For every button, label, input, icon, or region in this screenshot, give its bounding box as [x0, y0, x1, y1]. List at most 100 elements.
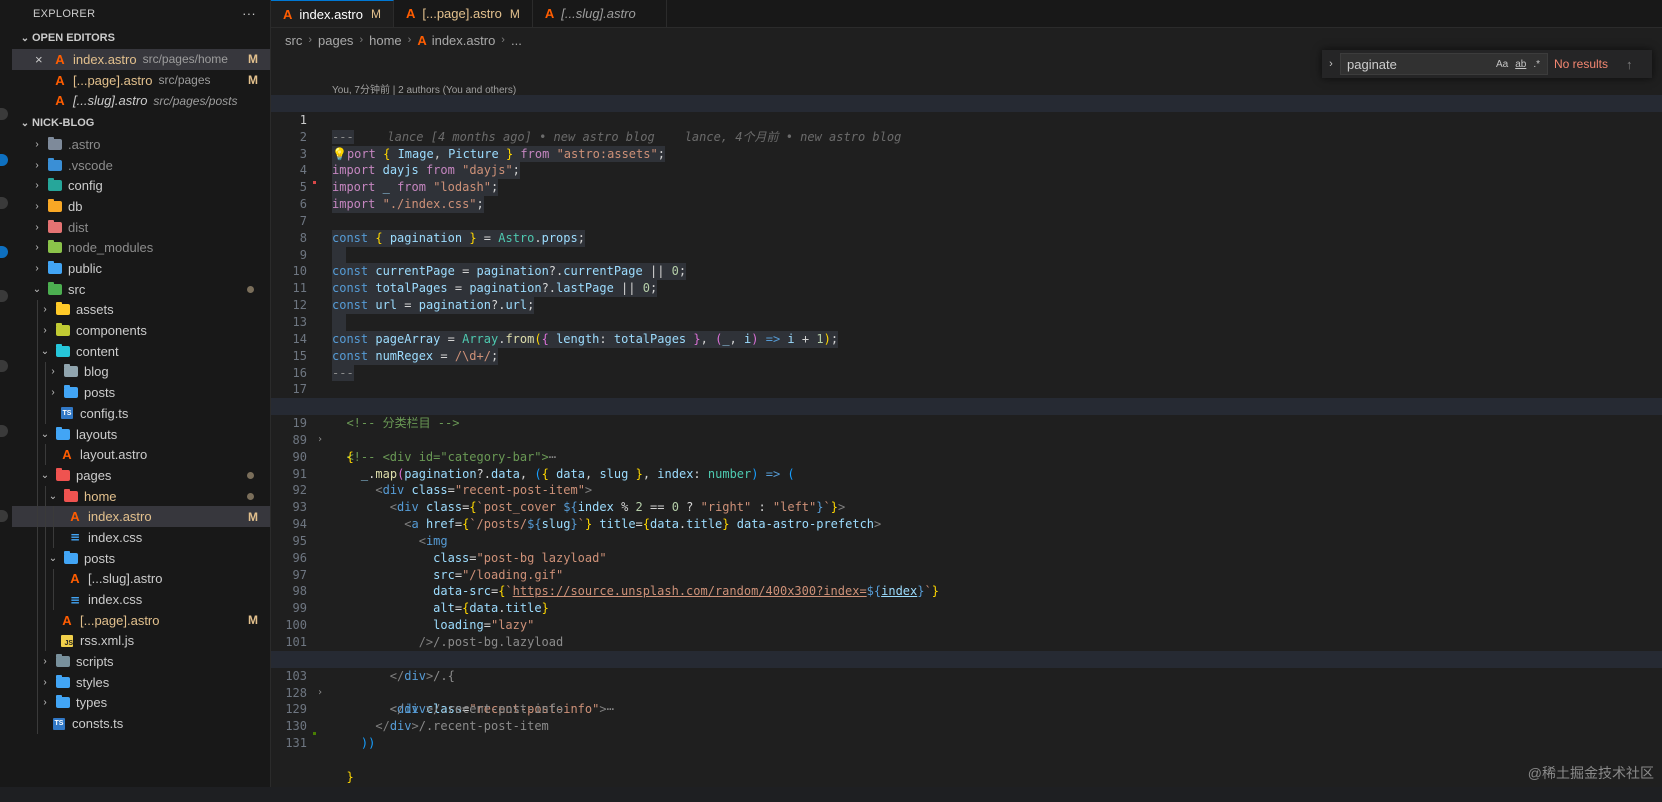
code-line[interactable]: 16 [271, 348, 1662, 380]
code-line[interactable]: 12 [271, 280, 1662, 331]
tree-folder[interactable]: ⌄ content [12, 340, 270, 362]
code-line[interactable]: 17 <div class="recent-posts" id="recent-… [271, 365, 1662, 413]
editor-tab[interactable]: A [...slug].astro [533, 0, 667, 27]
tree-folder[interactable]: › node_modules [12, 238, 270, 259]
activity-icon[interactable] [0, 290, 8, 302]
chevron-right-icon[interactable]: › [38, 325, 52, 336]
open-editor-item[interactable]: A [...page].astro src/pages M [12, 70, 270, 91]
extensions-badge-icon[interactable] [0, 246, 8, 258]
source-control-badge-icon[interactable] [0, 154, 8, 166]
tree-folder[interactable]: › scripts [12, 651, 270, 672]
previous-match-icon[interactable]: ↑ [1626, 57, 1633, 72]
tree-folder[interactable]: › components [12, 320, 270, 341]
chevron-right-icon[interactable]: › [30, 222, 44, 233]
code-line[interactable]: 95 class="post-bg lazyload" [271, 516, 1662, 565]
editor-tab[interactable]: Aindex.astro M [271, 0, 394, 27]
tree-folder[interactable]: ⌄ pages [12, 465, 270, 486]
chevron-right-icon[interactable]: › [30, 242, 44, 253]
code-line[interactable]: 8 [271, 213, 1662, 264]
tree-folder[interactable]: › assets [12, 299, 270, 321]
code-line[interactable]: 101 </a> [271, 617, 1662, 666]
code-line[interactable]: 93 <a href={`/posts/${slug}`} title={dat… [271, 482, 1662, 531]
breadcrumb-item[interactable]: home [369, 33, 402, 48]
git-added-marker[interactable] [313, 732, 316, 736]
code-line[interactable]: 13 const pageArray = Array.from({ length… [271, 297, 1662, 348]
tree-file[interactable]: A [...slug].astro [12, 568, 270, 590]
editor-tab[interactable]: A [...page].astro M [394, 0, 533, 27]
tree-file[interactable]: ≡ index.css [12, 589, 270, 610]
code-line[interactable]: 10 const totalPages = pagination?.lastPa… [271, 247, 1662, 298]
code-line[interactable]: 131 } [271, 718, 1662, 784]
tree-folder[interactable]: › types [12, 692, 270, 714]
code-line[interactable]: 9 const currentPage = pagination?.curren… [271, 230, 1662, 281]
chevron-right-icon[interactable]: › [30, 160, 44, 171]
tree-folder[interactable]: › .vscode [12, 155, 270, 176]
chevron-down-icon[interactable]: ⌄ [30, 284, 44, 295]
code-line[interactable]: 102 </div>/.{ [271, 634, 1662, 683]
chevron-right-icon[interactable]: › [38, 697, 52, 708]
use-regex-icon[interactable]: .* [1533, 59, 1540, 70]
activity-icon[interactable] [0, 197, 8, 209]
tree-folder[interactable]: ⌄ src [12, 279, 270, 300]
chevron-down-icon[interactable]: ⌄ [46, 553, 60, 564]
code-line[interactable]: 130 )) [271, 701, 1662, 750]
tree-file[interactable]: TS config.ts [12, 403, 270, 424]
toggle-replace-chevron-icon[interactable]: › [1322, 58, 1340, 70]
tree-folder[interactable]: ⌄ home [12, 485, 270, 507]
code-line[interactable]: 129 </div>/.recent-post-item [271, 685, 1662, 733]
code-line[interactable]: 1 --- lance [4 months ago] • new astro b… [271, 95, 1662, 144]
code-line[interactable]: 99 loading="lazy" [271, 583, 1662, 632]
tree-file[interactable]: JS rss.xml.js [12, 630, 270, 652]
chevron-down-icon[interactable]: ⌄ [38, 429, 52, 440]
code-line[interactable]: 19 › <!-- <div id="category-bar">⋯ [271, 398, 1662, 464]
tree-folder[interactable]: ⌄ layouts [12, 423, 270, 445]
tree-folder[interactable]: ⌄ posts [12, 547, 270, 569]
match-whole-word-icon[interactable]: ab [1515, 59, 1526, 70]
tree-folder[interactable]: › dist [12, 217, 270, 238]
chevron-right-icon[interactable]: › [38, 304, 52, 315]
code-line[interactable]: 11 const url = pagination?.url; [271, 263, 1662, 314]
match-case-icon[interactable]: Aa [1496, 59, 1508, 70]
chevron-right-icon[interactable]: › [30, 139, 44, 150]
open-editor-item[interactable]: A [...slug].astro src/pages/posts [12, 90, 270, 111]
tree-folder[interactable]: › .astro [12, 134, 270, 155]
chevron-down-icon[interactable]: ⌄ [38, 346, 52, 357]
tree-file[interactable]: TS consts.ts [12, 713, 270, 734]
code-line[interactable]: 7 const { pagination } = Astro.props; [271, 196, 1662, 247]
breadcrumb-item[interactable]: index.astro [432, 33, 496, 48]
code-line[interactable]: 5 import "./index.css"; [271, 162, 1662, 213]
tree-folder[interactable]: › styles [12, 671, 270, 693]
chevron-right-icon[interactable]: › [30, 263, 44, 274]
breadcrumb-item[interactable]: pages [318, 33, 353, 48]
find-input[interactable]: paginate [1347, 57, 1496, 72]
chevron-right-icon[interactable]: › [46, 366, 60, 377]
code-line[interactable]: 128 </div>/.recent-post-info [271, 668, 1662, 717]
code-line[interactable]: 18 <!-- 分类栏目 --> [271, 381, 1662, 430]
chevron-right-icon[interactable]: › [46, 387, 60, 398]
tree-folder[interactable]: › public [12, 258, 270, 279]
code-line[interactable]: 90 _.map(pagination?.data, ({ data, slug… [271, 432, 1662, 481]
chevron-right-icon[interactable]: › [30, 180, 44, 191]
code-line[interactable]: 98 alt={data.title} [271, 567, 1662, 615]
code-line[interactable]: 2 💡port { Image, Picture } from "astro:a… [271, 112, 1662, 163]
activity-icon[interactable] [0, 510, 8, 522]
code-line[interactable]: 97 data-src={`https://source.unsplash.co… [271, 550, 1662, 599]
git-deleted-marker[interactable] [313, 181, 316, 185]
more-actions-icon[interactable]: ··· [242, 6, 256, 21]
activity-icon[interactable] [0, 360, 8, 372]
code-line[interactable]: 96 src="/loading.gif" [271, 533, 1662, 582]
chevron-right-icon[interactable]: › [38, 656, 52, 667]
tree-file[interactable]: A [...page].astro M [12, 609, 270, 631]
chevron-down-icon[interactable]: ⌄ [38, 470, 52, 481]
tree-folder[interactable]: › blog [12, 361, 270, 383]
code-line[interactable]: 89 { [271, 415, 1662, 464]
open-editors-header[interactable]: ⌄ OPEN EDITORS [12, 27, 270, 49]
close-editor-icon[interactable]: × [35, 52, 43, 67]
code-line[interactable]: 94 <img [271, 499, 1662, 548]
code-line[interactable]: 14 const numRegex = /\d+/; [271, 314, 1662, 365]
code-line[interactable]: 100 />/.post-bg.lazyload [271, 600, 1662, 649]
tree-folder[interactable]: › db [12, 196, 270, 217]
tree-folder[interactable]: › config [12, 175, 270, 196]
activity-icon[interactable] [0, 108, 8, 120]
chevron-down-icon[interactable]: ⌄ [46, 491, 60, 502]
